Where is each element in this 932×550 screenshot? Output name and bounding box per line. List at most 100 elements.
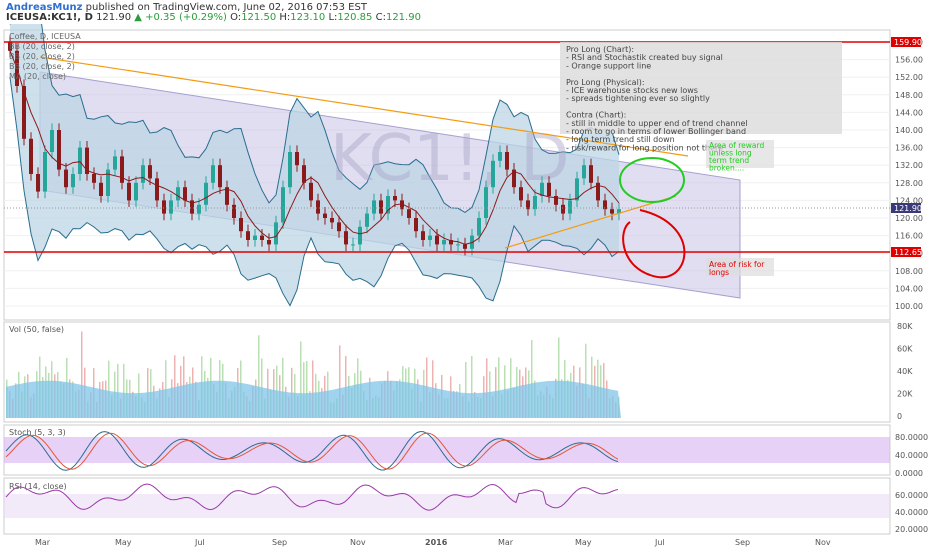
candle-body <box>169 200 173 214</box>
candle-body <box>288 152 292 188</box>
change-up-icon: ▲ <box>134 12 142 23</box>
note-line: - Orange support line <box>566 61 651 70</box>
rsi-label: RSI (14, close) <box>9 482 67 491</box>
chart-header: AndreasMunz published on TradingView.com… <box>6 2 421 23</box>
legend-bb2: BB (20, close, 2) <box>9 52 75 61</box>
candle-body <box>232 204 236 218</box>
candle-body <box>92 174 96 183</box>
candle-body <box>533 196 537 210</box>
stoch-label: Stoch (5, 3, 3) <box>9 428 66 437</box>
candle-body <box>484 187 488 218</box>
price-tick: 100.00 <box>895 302 923 311</box>
support-price-tag-text: 112.65 <box>894 248 922 257</box>
reward-label-line: broken.... <box>709 164 744 173</box>
candle-body <box>407 209 411 218</box>
candle-body <box>246 231 250 240</box>
candle-body <box>113 156 117 170</box>
candle-body <box>456 244 460 246</box>
volume-tick: 80K <box>897 322 913 331</box>
candle-body <box>197 204 201 214</box>
price-tick: 148.00 <box>895 91 923 100</box>
price-tick: 136.00 <box>895 144 923 153</box>
last-price: 121.90 <box>96 12 132 23</box>
time-tick: Nov <box>815 538 831 547</box>
time-tick: Mar <box>35 538 51 547</box>
high-value: 123.10 <box>290 12 326 23</box>
candle-body <box>176 187 180 201</box>
time-tick: Jul <box>194 538 205 547</box>
candle-body <box>71 174 75 188</box>
price-tick: 120.00 <box>895 214 923 223</box>
candle-body <box>64 169 68 188</box>
price-axis: 160.00156.00152.00148.00144.00140.00136.… <box>895 38 923 311</box>
candle-body <box>358 226 362 245</box>
open-value: 121.50 <box>241 12 277 23</box>
candle-body <box>78 147 82 174</box>
candle-body <box>218 165 222 188</box>
close-value: 121.90 <box>385 12 421 23</box>
candle-body <box>386 196 390 214</box>
candle-body <box>372 200 376 214</box>
volume-tick: 60K <box>897 345 913 354</box>
candle-body <box>29 138 33 174</box>
price-tick: 128.00 <box>895 179 923 188</box>
candle-body <box>134 182 138 201</box>
volume-axis: 80K 60K 40K 20K 0 <box>897 322 913 421</box>
symbol-watermark: KC1!, D <box>330 122 570 196</box>
candle-body <box>267 240 271 245</box>
candle-body <box>141 165 145 183</box>
price-tick: 152.00 <box>895 73 923 82</box>
candle-body <box>204 182 208 205</box>
candle-body <box>582 165 586 179</box>
candle-body <box>337 222 341 232</box>
candle-body <box>365 213 369 227</box>
candle-body <box>302 165 306 183</box>
candle-body <box>330 218 334 223</box>
candle-body <box>211 165 215 183</box>
candle-body <box>155 178 159 201</box>
time-tick: Jul <box>654 538 665 547</box>
price-tick: 140.00 <box>895 126 923 135</box>
stoch-axis: 80.0000 40.0000 0.0000 <box>895 433 928 478</box>
candle-body <box>414 218 418 232</box>
rsi-tick: 20.0000 <box>895 525 928 534</box>
candle-body <box>421 231 425 240</box>
volume-label: Vol (50, false) <box>9 325 64 334</box>
price-tick: 116.00 <box>895 232 923 241</box>
candle-body <box>127 182 131 201</box>
candle-body <box>295 152 299 166</box>
rsi-tick: 60.0000 <box>895 491 928 500</box>
candle-body <box>50 130 54 152</box>
candle-body <box>463 244 467 249</box>
candle-body <box>379 200 383 214</box>
candle-body <box>393 196 397 201</box>
legend-symbol: Coffee, D, ICEUSA <box>9 32 81 41</box>
candle-body <box>435 235 439 245</box>
time-tick: May <box>115 538 132 547</box>
candle-body <box>547 182 551 196</box>
volume-tick: 40K <box>897 367 913 376</box>
legend-bb1: BB (20, close, 2) <box>9 42 75 51</box>
candle-body <box>442 240 446 245</box>
stoch-tick: 40.0000 <box>895 451 928 460</box>
chart-canvas[interactable]: KC1!, D Pro Long (Chart):- RSI and Stoch… <box>0 24 932 550</box>
candle-body <box>183 187 187 201</box>
price-tick: 156.00 <box>895 56 923 65</box>
candle-body <box>309 182 313 201</box>
price-tick: 108.00 <box>895 267 923 276</box>
legend-ma: MA (20, close) <box>9 72 66 81</box>
last-price-tag-text: 121.90 <box>894 204 922 213</box>
volume-tick: 0 <box>897 412 902 421</box>
time-tick: Sep <box>735 538 750 547</box>
candle-body <box>477 218 481 236</box>
candle-body <box>43 152 47 192</box>
price-tick: 104.00 <box>895 284 923 293</box>
candle-body <box>239 218 243 232</box>
legend-bb3: BB (20, close, 2) <box>9 62 75 71</box>
candle-body <box>22 86 26 139</box>
candle-body <box>589 165 593 183</box>
rsi-axis: 60.0000 40.0000 20.0000 <box>895 491 928 534</box>
candle-body <box>351 244 355 246</box>
candle-body <box>610 209 614 214</box>
candle-body <box>323 213 327 218</box>
